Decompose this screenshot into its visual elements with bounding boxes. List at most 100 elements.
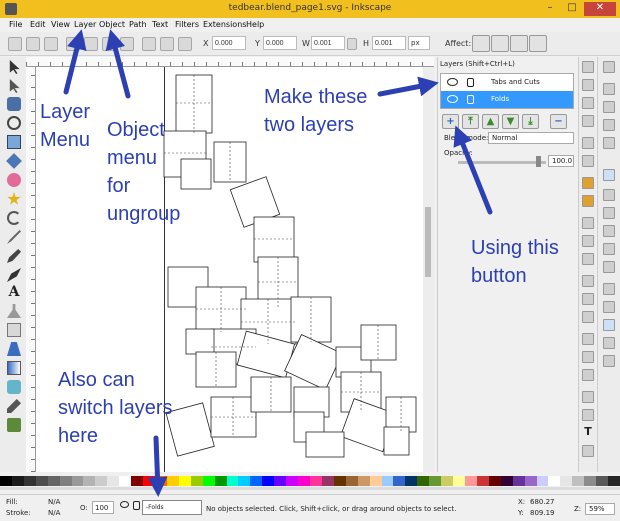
palette-swatch[interactable]: [441, 476, 454, 486]
palette-swatch[interactable]: [262, 476, 275, 486]
layer-visibility-eye-icon[interactable]: [120, 501, 129, 508]
snap-bbox-icon[interactable]: [603, 83, 615, 95]
palette-swatch[interactable]: [250, 476, 263, 486]
blend-mode-select[interactable]: Normal: [488, 132, 574, 144]
flip-vertical-icon[interactable]: [120, 37, 134, 51]
snap-grids-icon[interactable]: [603, 337, 615, 349]
palette-swatch[interactable]: [35, 476, 48, 486]
menu-object[interactable]: Object: [99, 20, 125, 29]
connector-tool-icon[interactable]: [7, 418, 21, 432]
palette-swatch[interactable]: [190, 476, 203, 486]
palette-swatch[interactable]: [47, 476, 60, 486]
palette-swatch[interactable]: [274, 476, 287, 486]
menu-view[interactable]: View: [51, 20, 70, 29]
palette-swatch[interactable]: [143, 476, 156, 486]
redo-icon[interactable]: [582, 195, 594, 207]
opacity-slider[interactable]: [458, 161, 546, 164]
xml-editor-icon[interactable]: [582, 445, 594, 457]
palette-swatch[interactable]: [572, 476, 585, 486]
minimize-button[interactable]: –: [540, 2, 560, 16]
snap-bbox-edge-icon[interactable]: [603, 101, 615, 113]
palette-swatch[interactable]: [298, 476, 311, 486]
menu-help[interactable]: Help: [246, 20, 264, 29]
palette-swatch[interactable]: [345, 476, 358, 486]
palette-swatch[interactable]: [584, 476, 597, 486]
paste-icon[interactable]: [582, 253, 594, 265]
palette-swatch[interactable]: [476, 476, 489, 486]
horizontal-ruler[interactable]: [26, 57, 434, 67]
flip-horizontal-icon[interactable]: [102, 37, 116, 51]
close-button[interactable]: ✕: [584, 2, 616, 16]
menu-edit[interactable]: Edit: [30, 20, 46, 29]
palette-swatch[interactable]: [357, 476, 370, 486]
palette-swatch[interactable]: [548, 476, 561, 486]
snap-page-border-icon[interactable]: [603, 319, 615, 331]
palette-swatch[interactable]: [107, 476, 120, 486]
lower-layer-button[interactable]: ▼: [502, 114, 519, 129]
spiral-tool-icon[interactable]: [7, 211, 21, 225]
layer-to-top-button[interactable]: ⤒: [462, 114, 479, 129]
menu-file[interactable]: File: [9, 20, 22, 29]
lock-icon[interactable]: [467, 95, 474, 104]
pen-tool-icon[interactable]: [7, 249, 21, 263]
undo-icon[interactable]: [582, 177, 594, 189]
palette-swatch[interactable]: [155, 476, 167, 486]
deselect-icon[interactable]: [44, 37, 58, 51]
select-all-layers-icon[interactable]: [26, 37, 40, 51]
text-tool-icon[interactable]: A: [7, 285, 21, 299]
eraser-tool-icon[interactable]: [7, 323, 21, 337]
unlink-clone-icon[interactable]: [582, 369, 594, 381]
zoom-tool-icon[interactable]: [7, 116, 21, 130]
palette-swatch[interactable]: [381, 476, 394, 486]
add-layer-button[interactable]: +: [442, 114, 459, 129]
remove-layer-button[interactable]: −: [550, 114, 567, 129]
palette-swatch[interactable]: [131, 476, 144, 486]
x-field[interactable]: [212, 36, 246, 50]
lock-proportions-icon[interactable]: [347, 38, 357, 50]
opacity-value-field[interactable]: 100.0: [548, 155, 574, 167]
palette-swatch[interactable]: [429, 476, 442, 486]
duplicate-icon[interactable]: [582, 333, 594, 345]
raise-icon[interactable]: [160, 37, 174, 51]
layer-row-folds[interactable]: Folds: [441, 91, 573, 108]
palette-swatch[interactable]: [71, 476, 84, 486]
export-icon[interactable]: [582, 155, 594, 167]
raise-to-top-icon[interactable]: [142, 37, 156, 51]
mesh-tool-icon[interactable]: [7, 380, 21, 394]
rotate-ccw-icon[interactable]: [66, 37, 80, 51]
snap-smooth-icon[interactable]: [603, 243, 615, 255]
canvas-vertical-scrollbar[interactable]: [423, 67, 434, 472]
palette-swatch[interactable]: [536, 476, 549, 486]
snap-midpoints-icon[interactable]: [603, 261, 615, 273]
spray-tool-icon[interactable]: [7, 304, 21, 318]
save-icon[interactable]: [582, 97, 594, 109]
open-icon[interactable]: [582, 79, 594, 91]
menu-extensions[interactable]: Extensions: [203, 20, 246, 29]
tweak-tool-icon[interactable]: [7, 97, 21, 111]
snap-intersections-icon[interactable]: [603, 207, 615, 219]
lock-icon[interactable]: [467, 78, 474, 87]
opacity-spinbox[interactable]: 100: [92, 501, 114, 514]
selector-tool-icon[interactable]: [9, 60, 20, 74]
palette-swatch[interactable]: [488, 476, 501, 486]
group-icon[interactable]: [582, 391, 594, 403]
palette-swatch[interactable]: [286, 476, 299, 486]
palette-scrollbar[interactable]: [0, 487, 620, 490]
palette-swatch[interactable]: [178, 476, 191, 486]
zoom-selection-icon[interactable]: [582, 275, 594, 287]
unit-select[interactable]: px: [408, 36, 430, 50]
palette-swatch[interactable]: [23, 476, 36, 486]
palette-swatch[interactable]: [512, 476, 525, 486]
palette-swatch[interactable]: [500, 476, 513, 486]
snap-toggle-icon[interactable]: [603, 61, 615, 73]
y-field[interactable]: [263, 36, 297, 50]
palette-swatch[interactable]: [0, 476, 12, 486]
palette-swatch[interactable]: [560, 476, 573, 486]
palette-swatch[interactable]: [608, 476, 620, 486]
visibility-eye-icon[interactable]: [447, 78, 458, 86]
palette-swatch[interactable]: [202, 476, 215, 486]
text-and-font-icon[interactable]: T: [582, 426, 594, 439]
affect-stroke-scale-button[interactable]: [472, 35, 490, 52]
import-icon[interactable]: [582, 137, 594, 149]
affect-corners-button[interactable]: [491, 35, 509, 52]
